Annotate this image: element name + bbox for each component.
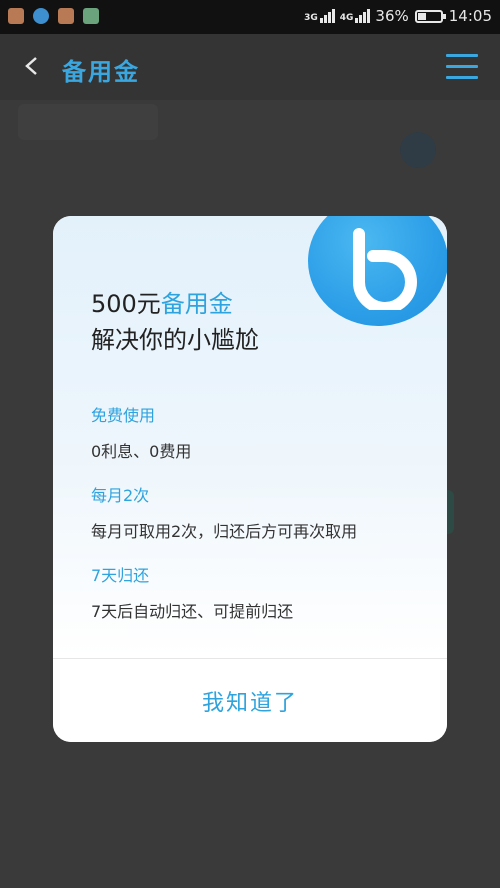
- headline-line-2: 解决你的小尴尬: [91, 326, 259, 354]
- app-notification-icon: [58, 8, 74, 24]
- b-logo-icon: [353, 228, 417, 310]
- chevron-left-icon[interactable]: [22, 56, 42, 76]
- feature-title: 免费使用: [91, 406, 156, 425]
- hamburger-menu-icon[interactable]: [446, 54, 478, 80]
- headline-amount: 500元: [91, 290, 161, 318]
- page-title: 备用金: [62, 58, 140, 86]
- headline-line-1: 500元备用金: [91, 286, 259, 322]
- headline-accent: 备用金: [160, 290, 233, 318]
- system-indicators: 3G 4G 36% 14:05: [304, 7, 492, 25]
- confirm-button[interactable]: 我知道了: [53, 659, 447, 742]
- app-header: 备用金: [0, 34, 500, 100]
- signal-3g-icon: 3G: [304, 9, 335, 23]
- network-type-label: 4G: [339, 13, 354, 23]
- feature-desc: 7天后自动归还、可提前归还: [91, 602, 294, 621]
- feature-item: 7天归还 7天后自动归还、可提前归还: [91, 562, 293, 622]
- feature-title: 每月2次: [91, 486, 150, 505]
- battery-icon: [414, 9, 446, 23]
- dialog-headline: 500元备用金 解决你的小尴尬: [91, 286, 259, 358]
- background-chip: [18, 104, 158, 140]
- signal-4g-icon: 4G: [339, 9, 371, 23]
- feature-desc: 每月可取用2次，归还后方可再次取用: [91, 522, 358, 541]
- browser-notification-icon: [33, 8, 49, 24]
- feature-item: 每月2次 每月可取用2次，归还后方可再次取用: [91, 482, 357, 542]
- status-bar: 3G 4G 36% 14:05: [0, 0, 500, 34]
- feature-desc: 0利息、0费用: [91, 442, 192, 461]
- notification-icons: [8, 8, 99, 24]
- clock: 14:05: [448, 7, 492, 25]
- feature-title: 7天归还: [91, 566, 150, 585]
- battery-percent: 36%: [375, 7, 409, 25]
- network-type-label: 3G: [304, 13, 318, 23]
- battery-fill: [417, 12, 426, 20]
- background-decoration: [400, 132, 436, 168]
- feature-item: 免费使用 0利息、0费用: [91, 402, 191, 462]
- app-notification-icon: [8, 8, 24, 24]
- image-notification-icon: [83, 8, 99, 24]
- info-dialog: 500元备用金 解决你的小尴尬 免费使用 0利息、0费用 每月2次 每月可取用2…: [53, 216, 447, 742]
